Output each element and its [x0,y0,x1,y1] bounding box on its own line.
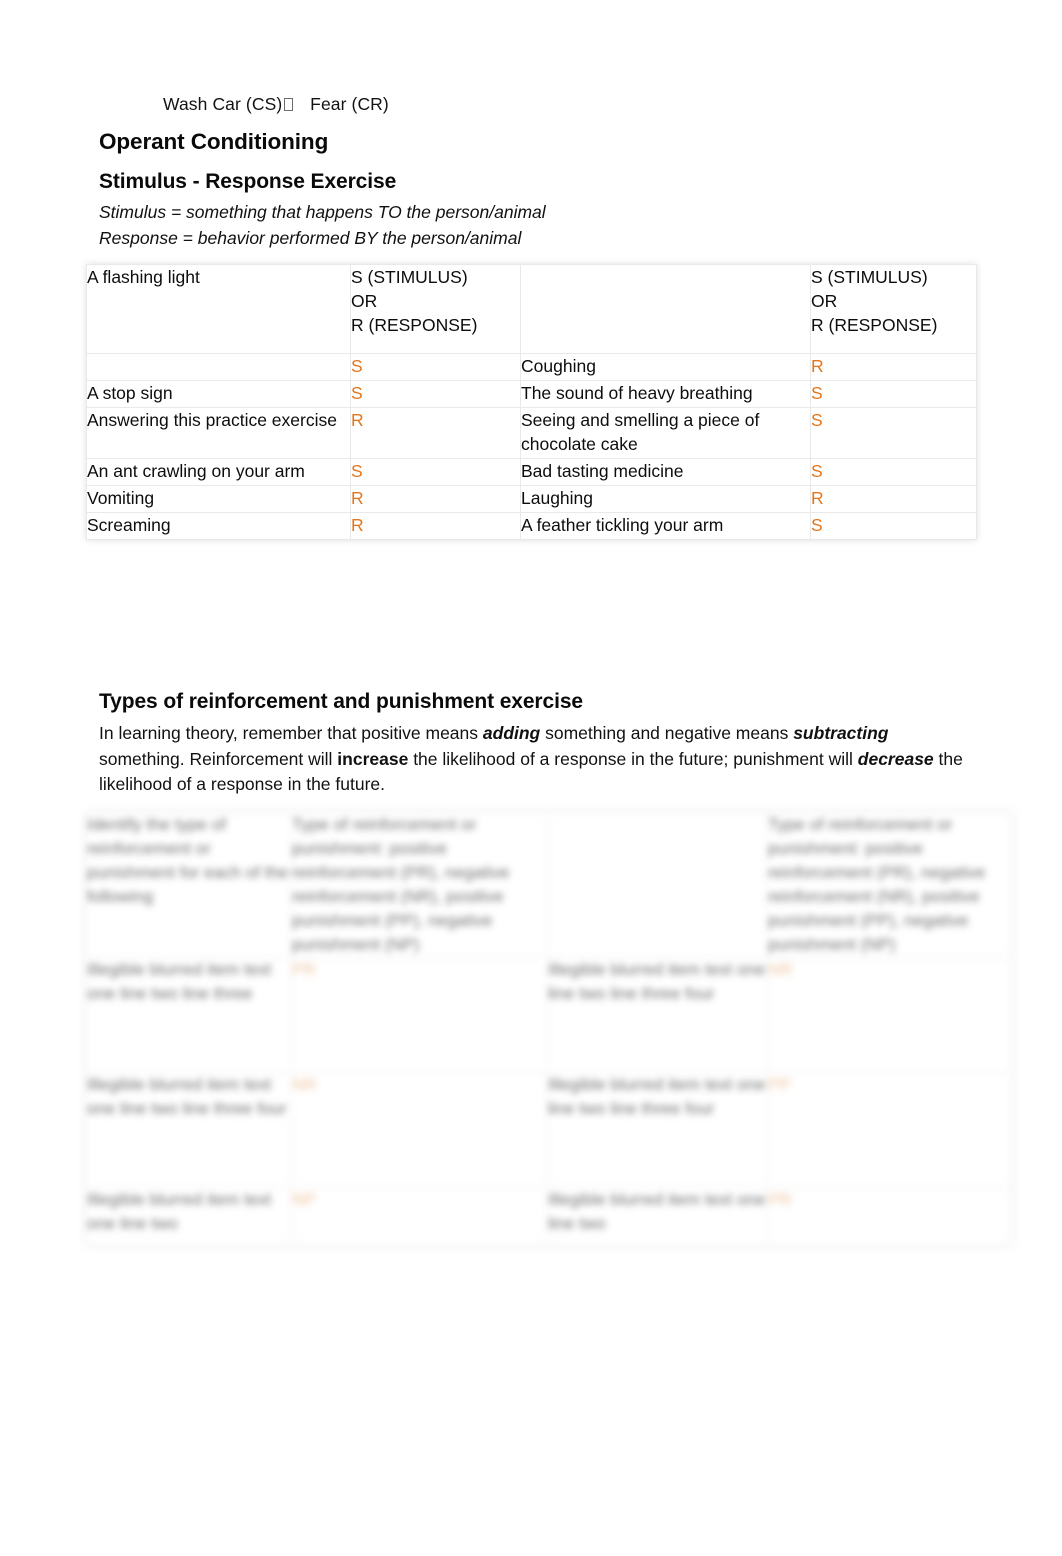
para-emphasis-decrease: decrease [857,748,934,769]
cell-right-answer[interactable]: S [810,512,977,540]
cell-right-item: Seeing and smelling a piece of chocolate… [520,407,811,459]
cell-right-item: Illegible blurred item text one line two… [547,1072,768,1188]
cell-left-answer[interactable]: R [350,485,521,513]
cell-left-answer[interactable]: R [350,407,521,459]
carryover-line: Wash Car (CS) Fear (CR) [163,94,389,115]
cell-left-answer[interactable]: NR [291,1072,548,1188]
table-row: Vomiting R Laughing R [86,485,977,513]
table-row: Answering this practice exercise R Seein… [86,407,977,459]
cell-right-answer[interactable]: R [810,353,977,381]
table-row: A stop sign S The sound of heavy breathi… [86,380,977,408]
table-row: Illegible blurred item text one line two… [86,1072,1012,1188]
header-cell-blank [547,812,768,958]
definition-stimulus: Stimulus = something that happens TO the… [99,202,546,222]
carryover-after: Fear (CR) [310,94,389,114]
cell-left-answer[interactable]: S [350,458,521,486]
para-emphasis-subtracting: subtracting [793,723,889,743]
cell-right-answer[interactable]: S [810,407,977,459]
cell-right-item: Illegible blurred item text one line two… [547,957,768,1073]
header-cell-blank [520,264,811,354]
header-cell-identify-type: Identify the type of reinforcement or pu… [86,812,292,958]
definitions-block: Stimulus = something that happens TO the… [99,200,546,251]
para-part-4: the likelihood of a response in the futu… [408,748,858,769]
table-header-row: Identify the type of reinforcement or pu… [86,812,1012,958]
cell-right-answer[interactable]: PP [767,1072,1012,1188]
section-title-stimulus-response: Stimulus - Response Exercise [99,170,397,193]
cell-right-answer[interactable]: PR [767,1187,1012,1245]
para-part-1: In learning theory, remember that positi… [99,723,483,743]
table-row: Illegible blurred item text one line two… [86,957,1012,1073]
cell-right-item: Laughing [520,485,811,513]
header-cell-s-or-r-left: S (STIMULUS) OR R (RESPONSE) [350,264,521,354]
para-emphasis-adding: adding [482,723,541,743]
cell-left-item: An ant crawling on your arm [86,458,351,486]
header-cell-type-right: Type of reinforcement or punishment: pos… [767,812,1012,958]
stimulus-response-table: A flashing light S (STIMULUS) OR R (RESP… [86,264,977,540]
carryover-before: Wash Car (CS) [163,94,283,114]
document-page: Wash Car (CS) Fear (CR) Operant Conditio… [0,0,1062,1556]
header-cell-type-left: Type of reinforcement or punishment: pos… [291,812,548,958]
table-header-row: A flashing light S (STIMULUS) OR R (RESP… [86,264,977,354]
cell-right-answer[interactable]: NR [767,957,1012,1073]
cell-right-item: Bad tasting medicine [520,458,811,486]
cell-right-answer[interactable]: S [810,458,977,486]
para-emphasis-increase: increase [337,748,409,769]
cell-left-item: Illegible blurred item text one line two… [86,1072,292,1188]
cell-left-item: Vomiting [86,485,351,513]
table-row: An ant crawling on your arm S Bad tastin… [86,458,977,486]
para-part-3: something. Reinforcement will [99,748,338,769]
cell-left-item: A stop sign [86,380,351,408]
cell-left-answer[interactable]: PR [291,957,548,1073]
cell-right-answer[interactable]: R [810,485,977,513]
cell-right-item: The sound of heavy breathing [520,380,811,408]
cell-right-item: Coughing [520,353,811,381]
types-intro-paragraph: In learning theory, remember that positi… [99,721,971,798]
cell-left-item: Answering this practice exercise [86,407,351,459]
cell-left-item: Illegible blurred item text one line two [86,1187,292,1245]
cell-left-answer[interactable]: S [350,353,521,381]
missing-glyph-box-icon [284,98,294,111]
header-cell-flashing-light: A flashing light [86,264,351,354]
cell-right-answer[interactable]: S [810,380,977,408]
para-part-2: something and negative means [540,723,794,743]
reinforcement-punishment-table: Identify the type of reinforcement or pu… [86,812,1012,1245]
cell-left-answer[interactable]: NP [291,1187,548,1245]
header-cell-s-or-r-right: S (STIMULUS) OR R (RESPONSE) [810,264,977,354]
table-row: Illegible blurred item text one line two… [86,1187,1012,1245]
definition-response: Response = behavior performed BY the per… [99,227,522,248]
page-title-operant-conditioning: Operant Conditioning [99,129,329,154]
table-row: S Coughing R [86,353,977,381]
cell-left-item: Screaming [86,512,351,540]
cell-right-item: Illegible blurred item text one line two [547,1187,768,1245]
cell-right-item: A feather tickling your arm [520,512,811,540]
cell-left-answer[interactable]: S [350,380,521,408]
cell-left-answer[interactable]: R [350,512,521,540]
cell-left-item: Illegible blurred item text one line two… [86,957,292,1073]
cell-left-item [86,353,351,381]
section-title-types-exercise: Types of reinforcement and punishment ex… [99,690,583,713]
table-row: Screaming R A feather tickling your arm … [86,512,977,540]
